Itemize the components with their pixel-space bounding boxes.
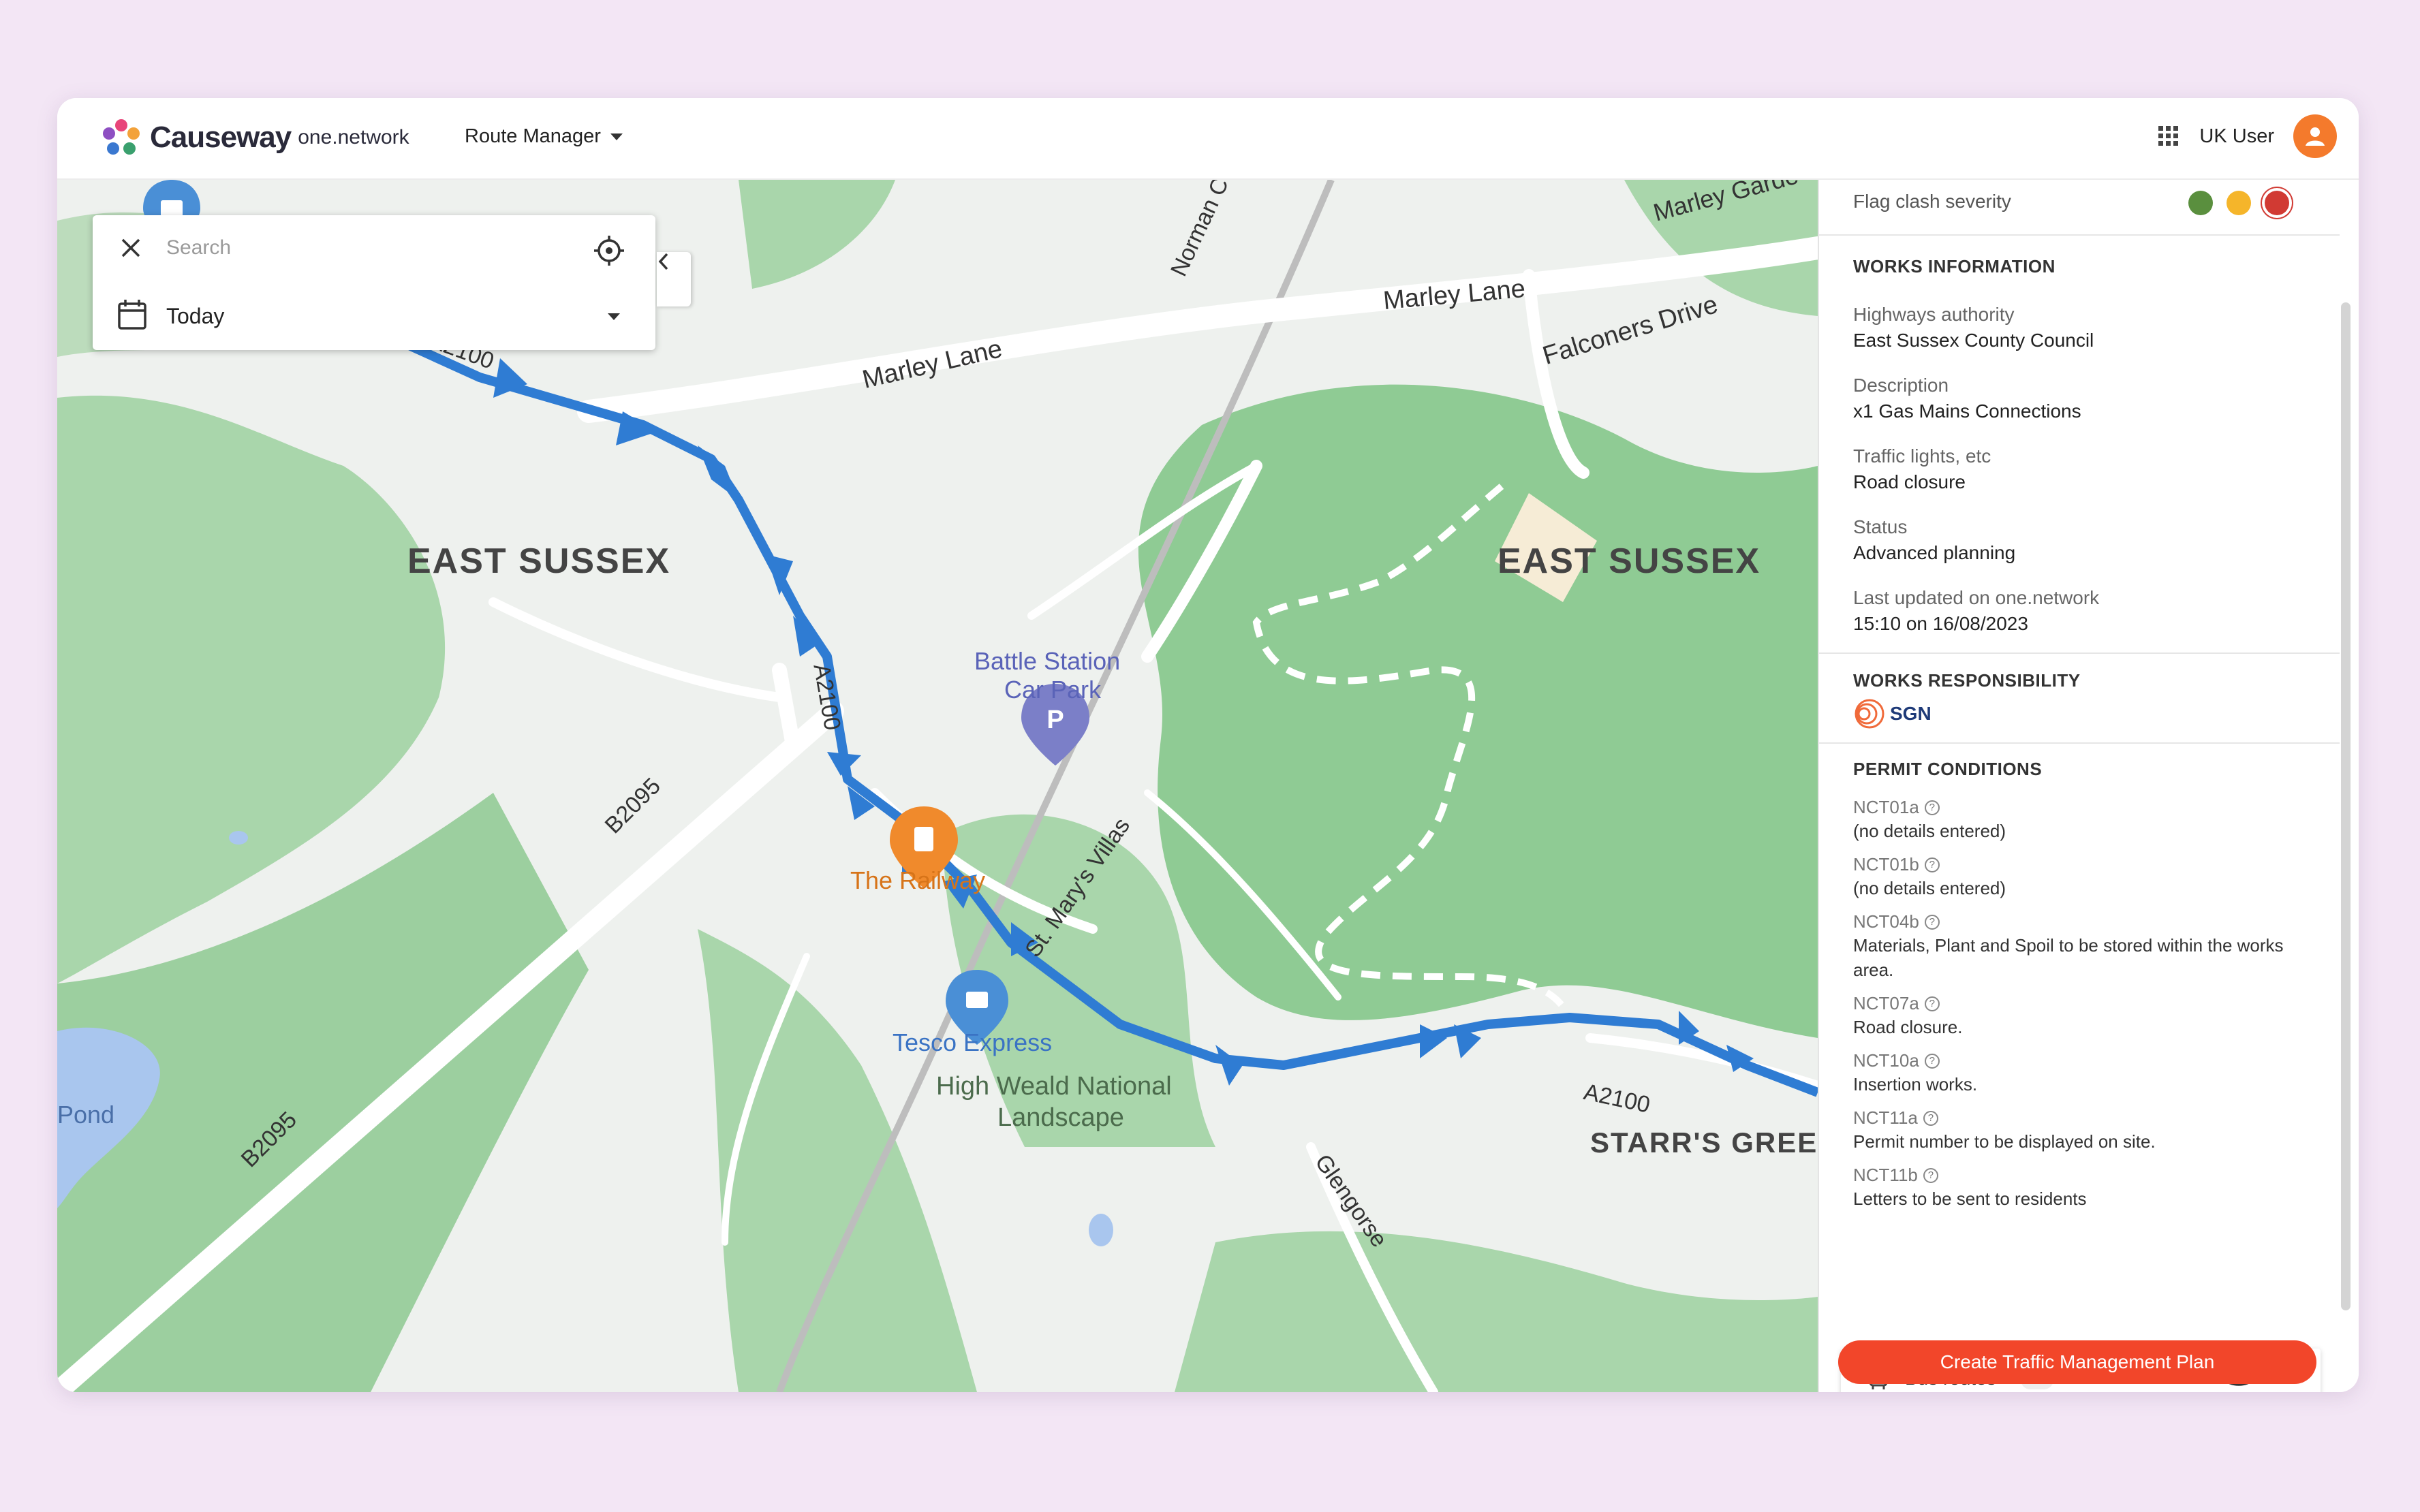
help-icon[interactable]: ? [1923,1110,1938,1126]
help-icon[interactable]: ? [1924,914,1940,930]
permit-text: Insertion works. [1853,1074,1978,1094]
search-panel: Today [93,215,655,350]
help-icon[interactable]: ? [1924,996,1940,1011]
causeway-logo-icon [103,119,140,155]
works-detail-panel: Flag clash severity WORKS INFORMATION Hi… [1818,180,2359,1392]
user-icon [2306,127,2325,146]
permit-code: NCT10a? [1853,1050,1940,1071]
status-label: Status [1853,516,1908,537]
description-value: x1 Gas Mains Connections [1853,400,2081,422]
map-canvas[interactable]: P EAST SUSSEX EAST SUSSEX Marley Lane Ma… [57,180,1818,1392]
panel-content[interactable]: Flag clash severity WORKS INFORMATION Hi… [1819,180,2340,1304]
works-responsibility-title: WORKS RESPONSIBILITY [1853,670,2081,691]
route-manager-menu[interactable]: Route Manager [465,125,623,148]
permit-code: NCT01b? [1853,854,1940,875]
poi-label-railway: The Railway [850,866,986,894]
permit-code: NCT11a? [1853,1107,1938,1129]
last-updated-value: 15:10 on 16/08/2023 [1853,613,2028,634]
help-icon[interactable]: ? [1923,1167,1938,1183]
works-responsibility-value: SGN [1890,703,1932,724]
chevron-down-icon [608,313,620,320]
region-label-right: EAST SUSSEX [1498,541,1761,581]
help-icon[interactable]: ? [1924,857,1940,872]
severity-low-dot[interactable] [2188,191,2213,215]
calendar-icon [118,300,146,330]
permit-text: Road closure. [1853,1017,1963,1037]
permit-text: Letters to be sent to residents [1853,1188,2087,1209]
flag-clash-label: Flag clash severity [1853,191,2011,212]
brand-name: Causeway [150,121,292,154]
brand-subtitle: one.network [298,126,409,148]
area-label-starrs-green: STARR'S GREE [1590,1127,1818,1159]
permit-conditions-section: PERMIT CONDITIONS NCT01a? (no details en… [1819,742,2340,1301]
chevron-left-icon [658,253,668,270]
route-manager-label: Route Manager [465,125,601,147]
severity-medium-dot[interactable] [2227,191,2251,215]
region-label-left: EAST SUSSEX [407,541,671,581]
poi-label-station-line-1: Battle Station [974,647,1121,675]
permit-code: NCT04b? [1853,911,1940,932]
flag-clash-row: Flag clash severity [1853,191,2289,218]
poi-label-station-line-2: Car Park [1004,676,1102,704]
permit-text: (no details entered) [1853,821,2006,841]
poi-label-tesco: Tesco Express [893,1028,1053,1056]
area-label-high-weald-1: High Weald National [936,1072,1172,1101]
area-label-pond: Pond [57,1101,115,1129]
traffic-label: Traffic lights, etc [1853,445,1991,467]
collapse-panel-button[interactable] [657,252,691,306]
traffic-value: Road closure [1853,471,1966,492]
help-icon[interactable]: ? [1924,1053,1940,1069]
help-icon[interactable]: ? [1924,800,1940,815]
chevron-down-icon [610,133,623,140]
apps-grid-icon[interactable] [2157,125,2180,148]
svg-text:P: P [1046,706,1064,734]
permit-code: NCT01a? [1853,797,1940,818]
date-select[interactable]: Today [93,283,655,349]
brand-logo[interactable]: Causeway one.network [99,116,409,159]
works-information-title: WORKS INFORMATION [1853,256,2056,277]
highways-authority-label: Highways authority [1853,304,2015,325]
permit-code: NCT11b? [1853,1165,1938,1186]
panel-scrollbar[interactable] [2341,302,2351,1310]
permit-text: Permit number to be displayed on site. [1853,1131,2156,1152]
user-name[interactable]: UK User [2199,125,2274,148]
severity-high-dot[interactable] [2265,191,2289,215]
area-label-high-weald-2: Landscape [997,1103,1124,1132]
app-window: Causeway one.network Route Manager UK Us… [57,98,2359,1392]
last-updated-label: Last updated on one.network [1853,587,2100,608]
locate-icon[interactable] [593,234,625,267]
permit-code: NCT07a? [1853,993,1940,1014]
create-traffic-management-plan-button[interactable]: Create Traffic Management Plan [1838,1340,2316,1384]
close-icon[interactable] [120,237,142,259]
permit-conditions-title: PERMIT CONDITIONS [1853,759,2043,779]
sgn-logo-icon [1855,699,1884,729]
works-information-section: WORKS INFORMATION Highways authority Eas… [1819,234,2340,707]
search-input[interactable] [166,233,575,263]
permit-text: Materials, Plant and Spoil to be stored … [1853,935,2284,980]
works-responsibility-section: WORKS RESPONSIBILITY SGN [1819,652,2340,741]
status-value: Advanced planning [1853,542,2016,563]
top-bar: Causeway one.network Route Manager UK Us… [57,98,2359,180]
permit-text: (no details entered) [1853,878,2006,898]
date-value: Today [166,304,225,328]
description-label: Description [1853,375,1949,396]
highways-authority-value: East Sussex County Council [1853,330,2094,351]
avatar[interactable] [2293,114,2337,158]
